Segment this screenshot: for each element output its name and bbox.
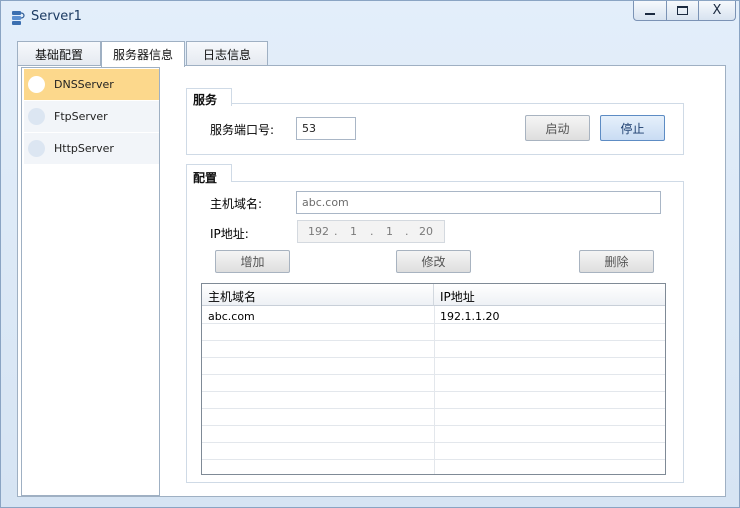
- row-divider: [202, 323, 665, 324]
- sidebar-item-label: DNSServer: [54, 78, 114, 91]
- status-dot-icon: [28, 108, 45, 125]
- ip-octet-2: 1: [350, 225, 357, 238]
- column-header-host[interactable]: 主机域名: [202, 284, 434, 306]
- stop-button[interactable]: 停止: [600, 115, 665, 141]
- row-divider: [202, 357, 665, 358]
- minimize-button[interactable]: [633, 1, 667, 21]
- tab-label: 基础配置: [34, 47, 83, 62]
- close-icon: X: [712, 3, 722, 18]
- config-group-label: 配置: [193, 169, 228, 186]
- row-divider: [202, 374, 665, 375]
- row-divider: [202, 459, 665, 460]
- ip-address-input[interactable]: 192 . 1 . 1 . 20: [297, 220, 445, 243]
- sidebar-item-ftpserver[interactable]: FtpServer: [24, 101, 159, 132]
- cell-ip: 192.1.1.20: [440, 310, 500, 323]
- server-type-list: DNSServer FtpServer HttpServer: [21, 67, 160, 496]
- row-divider: [202, 425, 665, 426]
- row-divider: [202, 408, 665, 409]
- sidebar-item-label: FtpServer: [54, 110, 108, 123]
- status-dot-icon: [28, 140, 45, 157]
- tab-label: 日志信息: [202, 47, 251, 62]
- ip-octet-1: 192: [308, 225, 329, 238]
- tab-log-info[interactable]: 日志信息: [186, 41, 268, 66]
- minimize-icon: [645, 12, 655, 15]
- ip-dot: .: [370, 225, 374, 238]
- column-header-ip[interactable]: IP地址: [434, 284, 665, 306]
- add-button[interactable]: 增加: [215, 250, 290, 273]
- tab-server-info[interactable]: 服务器信息: [101, 41, 185, 67]
- server-app-icon: [12, 11, 25, 25]
- sidebar-item-label: HttpServer: [54, 142, 114, 155]
- port-input[interactable]: 53: [296, 117, 356, 140]
- sidebar-item-httpserver[interactable]: HttpServer: [24, 133, 159, 164]
- service-group-label: 服务: [193, 91, 228, 108]
- delete-button[interactable]: 删除: [579, 250, 654, 273]
- dns-record-table: 主机域名 IP地址 abc.com 192.1.1.20: [201, 283, 666, 475]
- host-input[interactable]: abc.com: [296, 191, 661, 214]
- table-row[interactable]: abc.com 192.1.1.20: [202, 307, 665, 323]
- maximize-button[interactable]: [666, 1, 699, 21]
- edit-button[interactable]: 修改: [396, 250, 471, 273]
- row-divider: [202, 391, 665, 392]
- ip-octet-4: 20: [419, 225, 433, 238]
- window-title: Server1: [31, 9, 82, 24]
- ip-dot: .: [334, 225, 338, 238]
- row-divider: [202, 442, 665, 443]
- ip-octet-3: 1: [386, 225, 393, 238]
- host-label: 主机域名:: [210, 197, 263, 211]
- tab-label: 服务器信息: [112, 48, 173, 62]
- port-label: 服务端口号:: [210, 123, 275, 137]
- sidebar-item-dnsserver[interactable]: DNSServer: [24, 69, 159, 100]
- maximize-icon: [677, 6, 688, 15]
- tab-basic-config[interactable]: 基础配置: [17, 41, 101, 66]
- start-button[interactable]: 启动: [525, 115, 590, 141]
- row-divider: [202, 340, 665, 341]
- close-button[interactable]: X: [698, 1, 736, 21]
- status-dot-icon: [28, 76, 45, 93]
- title-bar[interactable]: Server1 X: [1, 1, 739, 35]
- server-window: Server1 X 基础配置 服务器信息 日志信息 DNSServer FtpS…: [0, 0, 740, 508]
- cell-host: abc.com: [208, 310, 255, 323]
- ip-label: IP地址:: [210, 227, 249, 241]
- ip-dot: .: [405, 225, 409, 238]
